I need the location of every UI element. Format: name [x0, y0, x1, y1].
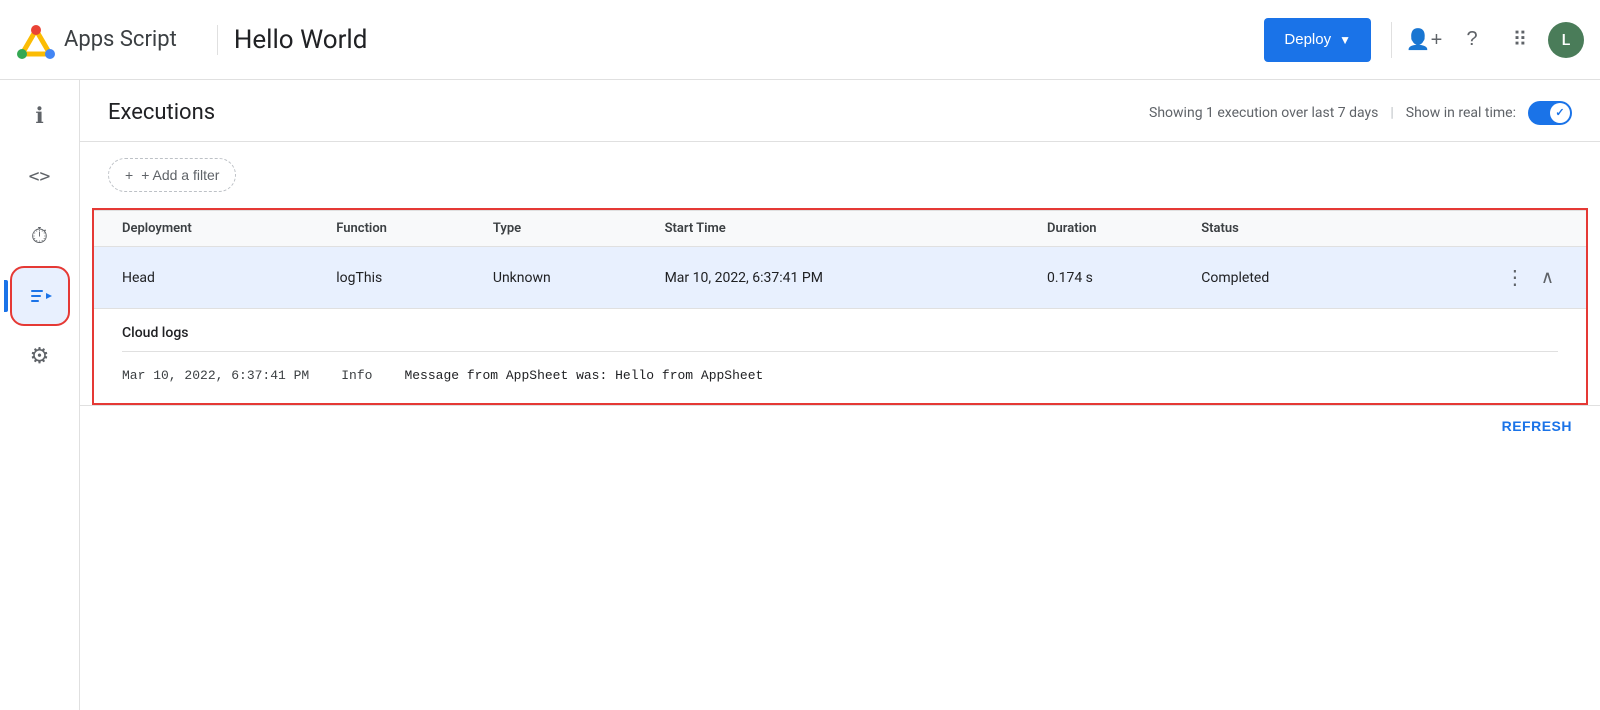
col-duration: Duration — [1035, 211, 1189, 247]
editor-icon: <> — [29, 166, 51, 187]
realtime-toggle[interactable]: ✓ — [1528, 101, 1572, 125]
header-actions-divider — [1391, 22, 1392, 58]
info-icon: ℹ — [35, 104, 43, 129]
log-entry: Mar 10, 2022, 6:37:41 PM Info Message fr… — [122, 364, 1558, 387]
add-filter-label: + Add a filter — [141, 167, 219, 183]
header-actions: 👤+ ? ⠿ L — [1387, 20, 1584, 60]
col-function: Function — [324, 211, 481, 247]
col-type: Type — [481, 211, 653, 247]
filter-area: + + Add a filter — [80, 142, 1600, 208]
content-area: Executions Showing 1 execution over last… — [80, 80, 1600, 710]
sidebar: ℹ <> ⏱ ⚙ — [0, 80, 80, 710]
settings-icon: ⚙ — [30, 344, 50, 369]
log-section-title: Cloud logs — [122, 325, 1558, 341]
col-actions — [1382, 211, 1586, 247]
cell-type: Unknown — [481, 247, 653, 309]
row-action-buttons: ⋮ ∧ — [1394, 261, 1574, 294]
log-cell: Cloud logs Mar 10, 2022, 6:37:41 PM Info… — [94, 308, 1586, 403]
refresh-button[interactable]: REFRESH — [1502, 418, 1572, 434]
log-level: Info — [341, 368, 372, 383]
col-status: Status — [1189, 211, 1382, 247]
info-divider: | — [1390, 105, 1393, 121]
main-layout: ℹ <> ⏱ ⚙ Executions Showing 1 e — [0, 80, 1600, 710]
toggle-knob: ✓ — [1550, 103, 1570, 123]
apps-script-logo-icon — [16, 20, 56, 60]
cell-deployment: Head — [94, 247, 324, 309]
execution-summary: Showing 1 execution over last 7 days | S… — [1149, 101, 1572, 125]
log-row: Cloud logs Mar 10, 2022, 6:37:41 PM Info… — [94, 308, 1586, 403]
header-divider — [217, 25, 218, 55]
app-logo: Apps Script — [16, 20, 177, 60]
table-header-row: Deployment Function Type Start Time Dura… — [94, 211, 1586, 247]
log-timestamp: Mar 10, 2022, 6:37:41 PM — [122, 368, 309, 383]
log-divider — [122, 351, 1558, 352]
app-name: Apps Script — [64, 27, 177, 52]
apps-grid-icon: ⠿ — [1513, 27, 1528, 52]
help-button[interactable]: ? — [1452, 20, 1492, 60]
avatar-letter: L — [1562, 30, 1571, 49]
sidebar-item-overview[interactable]: ℹ — [12, 88, 68, 144]
add-collaborator-button[interactable]: 👤+ — [1404, 20, 1444, 60]
log-section: Cloud logs Mar 10, 2022, 6:37:41 PM Info… — [94, 308, 1586, 403]
bottom-bar: REFRESH — [80, 405, 1600, 446]
log-message: Message from AppSheet was: Hello from Ap… — [404, 368, 763, 383]
person-add-icon: 👤+ — [1406, 27, 1443, 52]
row-collapse-button[interactable]: ∧ — [1537, 263, 1558, 292]
row-more-options-button[interactable]: ⋮ — [1501, 261, 1529, 294]
avatar[interactable]: L — [1548, 22, 1584, 58]
apps-menu-button[interactable]: ⠿ — [1500, 20, 1540, 60]
sidebar-item-editor[interactable]: <> — [12, 148, 68, 204]
realtime-label: Show in real time: — [1406, 105, 1516, 121]
add-filter-button[interactable]: + + Add a filter — [108, 158, 236, 192]
executions-header: Executions Showing 1 execution over last… — [80, 80, 1600, 142]
executions-table-wrapper: Deployment Function Type Start Time Dura… — [92, 208, 1588, 405]
cell-function: logThis — [324, 247, 481, 309]
deploy-button[interactable]: Deploy ▼ — [1264, 18, 1371, 62]
executions-title: Executions — [108, 100, 215, 125]
sidebar-item-triggers[interactable]: ⏱ — [12, 208, 68, 264]
sidebar-item-settings[interactable]: ⚙ — [12, 328, 68, 384]
triggers-icon: ⏱ — [31, 224, 48, 249]
col-start-time: Start Time — [653, 211, 1035, 247]
header: Apps Script Hello World Deploy ▼ 👤+ ? ⠿ … — [0, 0, 1600, 80]
sidebar-item-executions[interactable] — [12, 268, 68, 324]
cell-duration: 0.174 s — [1035, 247, 1189, 309]
refresh-label: REFRESH — [1502, 418, 1572, 434]
executions-table: Deployment Function Type Start Time Dura… — [94, 210, 1586, 403]
table-row: Head logThis Unknown Mar 10, 2022, 6:37:… — [94, 247, 1586, 309]
col-deployment: Deployment — [94, 211, 324, 247]
cell-start-time: Mar 10, 2022, 6:37:41 PM — [653, 247, 1035, 309]
add-filter-plus-icon: + — [125, 167, 133, 183]
cell-row-actions: ⋮ ∧ — [1382, 247, 1586, 309]
executions-icon — [28, 284, 52, 308]
execution-count-text: Showing 1 execution over last 7 days — [1149, 105, 1378, 121]
toggle-check-icon: ✓ — [1555, 106, 1564, 119]
active-indicator — [4, 280, 8, 312]
deploy-chevron-icon: ▼ — [1339, 33, 1351, 47]
project-name: Hello World — [234, 25, 368, 55]
deploy-label: Deploy — [1284, 31, 1331, 48]
help-icon: ? — [1466, 28, 1477, 51]
cell-status: Completed — [1189, 247, 1382, 309]
